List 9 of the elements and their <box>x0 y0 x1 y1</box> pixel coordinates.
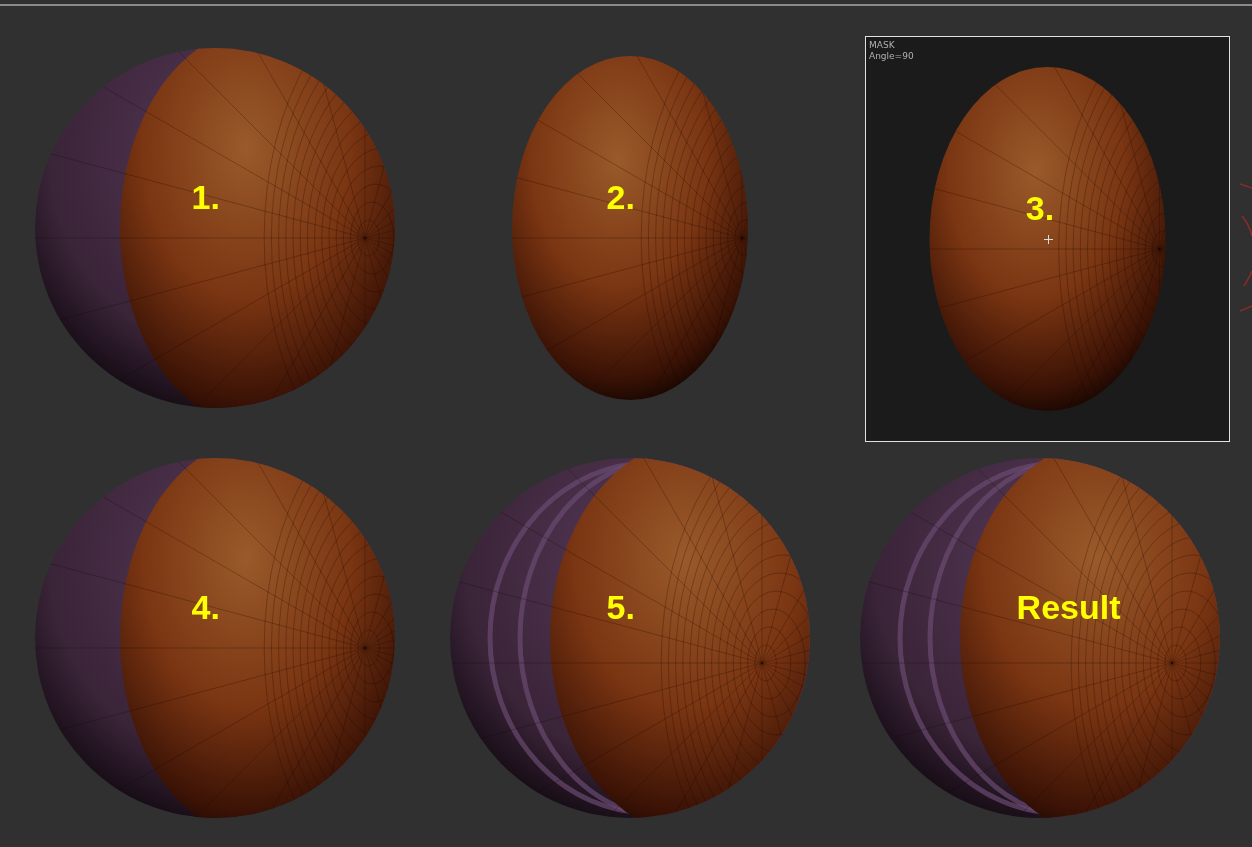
viewport-caption: Angle=90 <box>869 51 914 62</box>
step-label: 1. <box>191 180 220 214</box>
step-label: 4. <box>191 590 220 624</box>
step-label: 2. <box>606 180 635 214</box>
step-label: 3. <box>1025 190 1055 225</box>
crosshair-icon <box>1044 235 1053 244</box>
viewport-caption: MASK <box>869 40 896 51</box>
step-label: Result <box>1016 590 1121 624</box>
step-label: 5. <box>606 590 635 624</box>
